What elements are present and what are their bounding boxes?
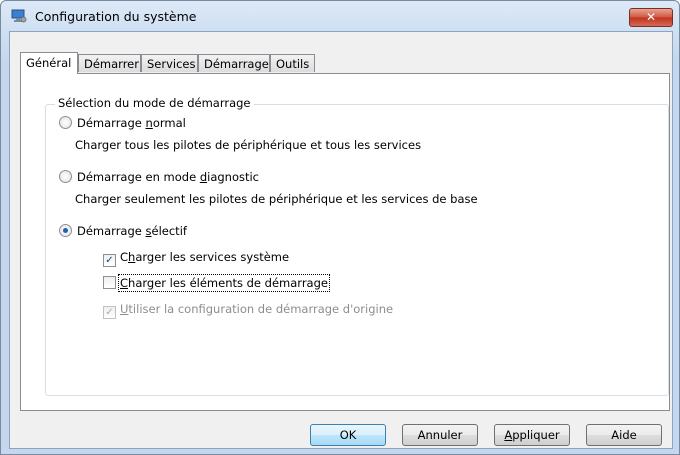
checkbox-startup-items-focus: Charger les éléments de démarrage [118,274,330,292]
checkbox-startup-items-label-end: harger les éléments de démarrage [128,276,328,290]
checkbox-use-original-config: ✓ Utiliser la configuration de démarrage … [103,302,393,319]
ok-button[interactable]: OK [310,424,386,446]
checkbox-startup-items-accesskey: C [120,276,129,290]
radio-selective-label-end: électif [151,224,187,238]
apply-button[interactable]: Appliquer [494,424,570,446]
checkbox-load-system-services[interactable]: ✓ Charger les services système [103,250,289,267]
checkbox-original-config-box: ✓ [103,306,116,319]
tab-demarrage[interactable]: Démarrage [198,54,270,72]
radio-diagnostic-label-end: iagnostic [207,170,260,184]
tab-demarrer[interactable]: Démarrer [78,54,141,72]
system-config-icon [11,9,27,23]
radio-diagnostic-startup[interactable]: Démarrage en mode diagnostic [59,170,259,184]
normal-startup-description: Charger tous les pilotes de périphérique… [75,138,422,152]
close-icon: ✕ [645,10,657,24]
help-button[interactable]: Aide [586,424,662,446]
radio-normal-label: Démarrage [77,116,146,130]
general-tab-panel: Sélection du mode de démarrage Démarrage… [20,73,670,411]
checkbox-system-services-label: C [120,250,129,264]
radio-selective-startup[interactable]: Démarrage sélectif [59,224,187,238]
dialog-client: Général Démarrer Services Démarrage Outi… [9,31,673,449]
checkbox-load-startup-items[interactable]: Charger les éléments de démarrage [103,274,330,292]
dialog-window: Configuration du système ✕ Général Démar… [0,0,680,455]
radio-normal-indicator[interactable] [59,116,72,129]
radio-normal-startup[interactable]: Démarrage normal [59,116,186,130]
group-label: Sélection du mode de démarrage [55,96,254,110]
radio-diagnostic-indicator[interactable] [59,170,72,183]
window-title: Configuration du système [35,9,197,24]
radio-selective-indicator[interactable] [59,224,72,237]
close-button[interactable]: ✕ [629,8,673,27]
radio-selective-label: Démarrage [77,224,146,238]
tab-general[interactable]: Général [20,52,78,74]
tab-services[interactable]: Services [141,54,198,72]
checkbox-original-config-label-end: tiliser la configuration de démarrage d'… [128,302,394,316]
title-bar[interactable]: Configuration du système ✕ [1,1,679,31]
radio-normal-accesskey: n [145,116,153,130]
radio-normal-label-end: ormal [152,116,186,130]
tab-outils[interactable]: Outils [270,54,315,72]
checkbox-system-services-box[interactable]: ✓ [103,254,116,267]
checkbox-system-services-label-end: arger les services système [135,250,290,264]
radio-diagnostic-label: Démarrage en mode [77,170,200,184]
apply-label: ppliquer [512,428,560,442]
cancel-button[interactable]: Annuler [402,424,478,446]
checkbox-startup-items-box[interactable] [103,276,116,289]
diagnostic-startup-description: Charger seulement les pilotes de périphé… [75,192,478,206]
